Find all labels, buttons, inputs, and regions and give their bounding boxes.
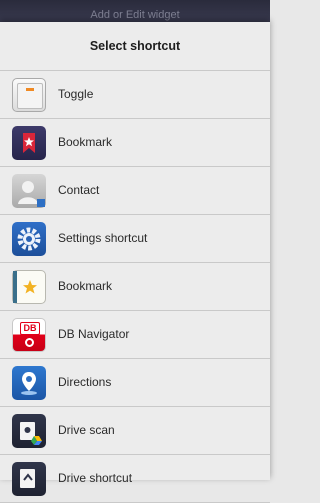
shortcut-item-bookmark[interactable]: Bookmark (0, 263, 270, 311)
shortcut-item-directions[interactable]: Directions (0, 359, 270, 407)
shortcut-item-toggle[interactable]: Toggle (0, 71, 270, 119)
shortcut-label: Bookmark (58, 279, 113, 293)
shortcut-label: Bookmark (58, 135, 113, 149)
shortcut-item-db-navigator[interactable]: DB DB Navigator (0, 311, 270, 359)
directions-pin-icon (12, 366, 46, 400)
drive-scan-icon (12, 414, 46, 448)
db-navigator-icon: DB (12, 318, 46, 352)
shortcut-label: Contact (58, 183, 100, 197)
shortcut-label: Drive scan (58, 423, 115, 437)
contact-icon (12, 174, 46, 208)
shortcut-label: Directions (58, 375, 112, 389)
bookmark-star-icon (12, 270, 46, 304)
shortcut-item-contact[interactable]: Contact (0, 167, 270, 215)
db-logo: DB (20, 322, 40, 335)
shortcut-label: Settings shortcut (58, 231, 148, 245)
dialog-title: Select shortcut (89, 39, 181, 53)
shortcut-list: Toggle Bookmark Contact Settings shortcu… (0, 70, 270, 503)
select-shortcut-dialog: Select shortcut Toggle Bookmark Contact … (0, 22, 270, 503)
shortcut-label: DB Navigator (58, 327, 130, 341)
bookmark-star-icon (12, 126, 46, 160)
shortcut-item-drive-scan[interactable]: Drive scan (0, 407, 270, 455)
shortcut-item-bookmark[interactable]: Bookmark (0, 119, 270, 167)
settings-gear-icon (12, 222, 46, 256)
shortcut-item-settings-shortcut[interactable]: Settings shortcut (0, 215, 270, 263)
background-header-text: Add or Edit widget (90, 9, 180, 21)
drive-shortcut-icon (12, 462, 46, 496)
shortcut-label: Drive shortcut (58, 471, 133, 485)
toggle-icon (12, 78, 46, 112)
shortcut-label: Toggle (58, 87, 94, 101)
shortcut-item-drive-shortcut[interactable]: Drive shortcut (0, 455, 270, 503)
